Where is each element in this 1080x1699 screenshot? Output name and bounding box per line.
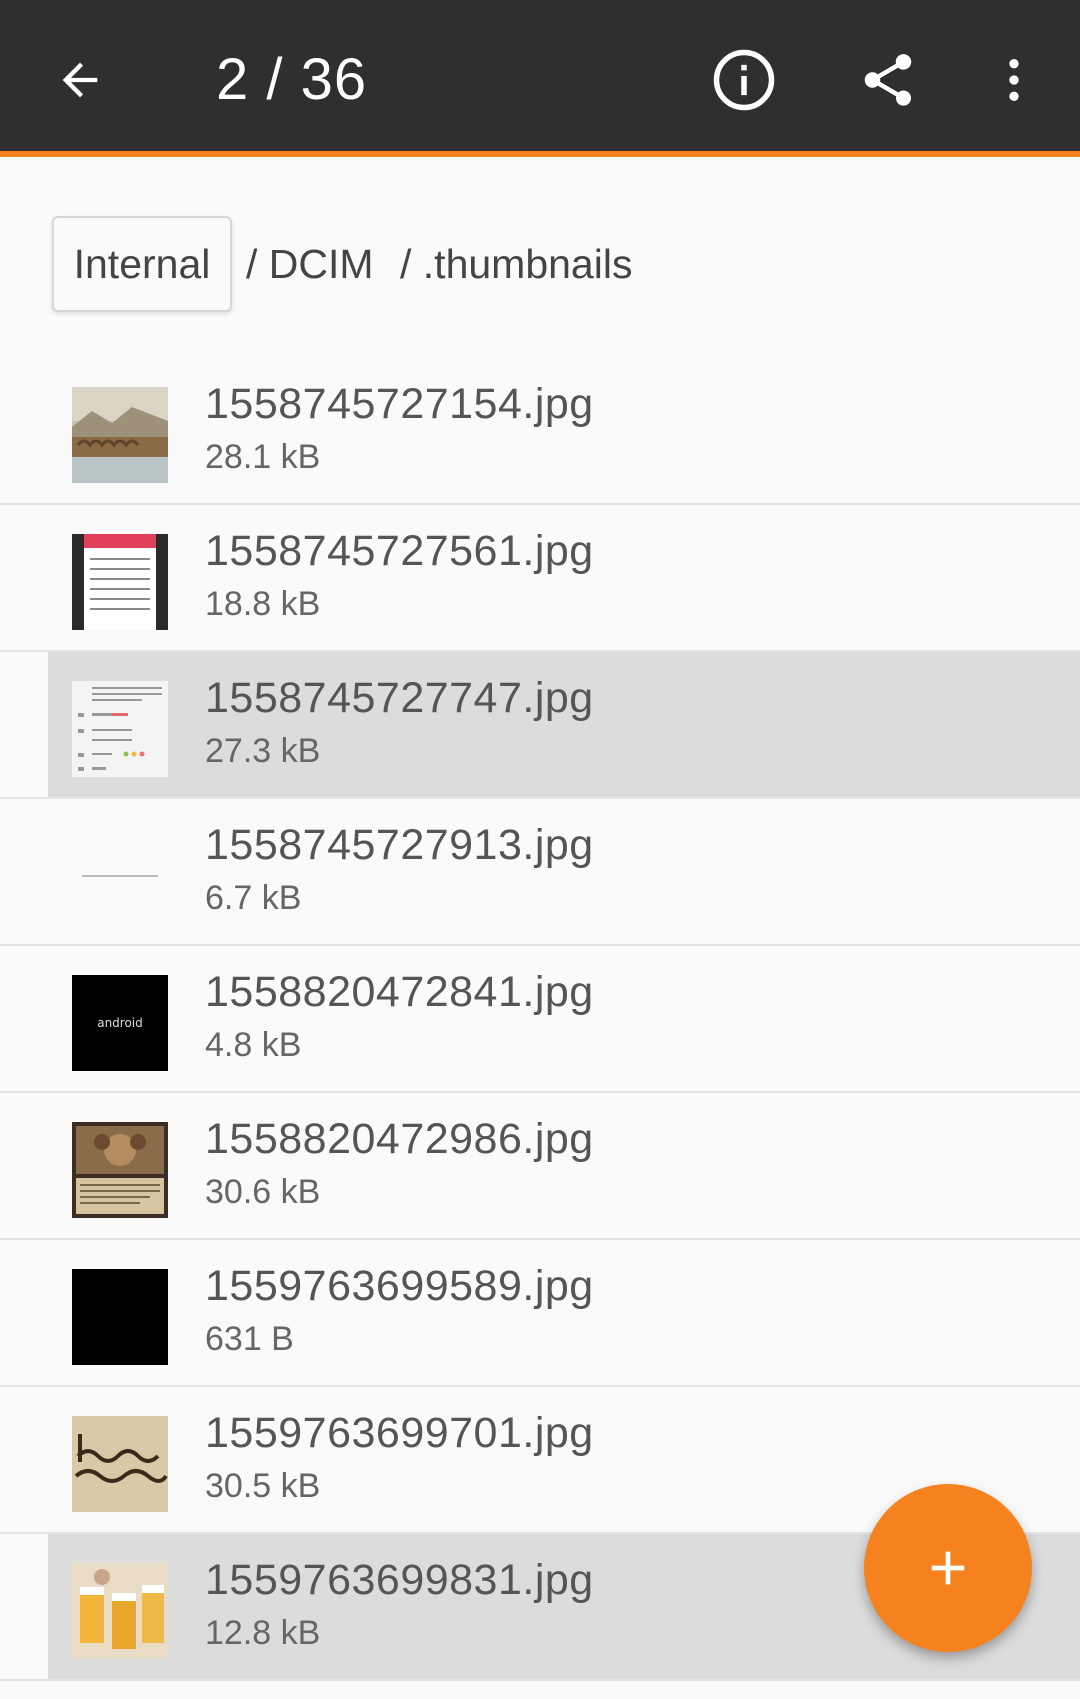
file-name: 1558745727913.jpg [205, 821, 594, 869]
thumbnail-text-screenshot [72, 828, 168, 924]
file-size: 30.5 kB [205, 1467, 321, 1505]
file-size: 18.8 kB [205, 585, 321, 623]
thumbnail-black [72, 1269, 168, 1365]
file-name: 1558745727747.jpg [205, 674, 594, 722]
thumbnail-calendar-screenshot [72, 534, 168, 630]
file-name: 1558745727561.jpg [205, 527, 594, 575]
share-button[interactable] [848, 40, 928, 120]
info-button[interactable] [704, 40, 784, 120]
file-size: 27.3 kB [205, 732, 321, 770]
file-size: 631 B [205, 1320, 294, 1358]
file-size: 4.8 kB [205, 1026, 302, 1064]
thumbnail-task-screenshot [72, 681, 168, 777]
breadcrumb-thumbnails[interactable]: / .thumbnails [400, 216, 632, 312]
android-logo-text: android [97, 1016, 143, 1030]
breadcrumb-dcim[interactable]: / DCIM [246, 216, 374, 312]
info-icon [713, 49, 775, 111]
file-list: 1558745727154.jpg 28.1 kB 1558745727561.… [0, 358, 1080, 1681]
thumbnail-card-art [72, 1122, 168, 1218]
file-size: 30.6 kB [205, 1173, 321, 1211]
thumbnail-beer-glasses [72, 1563, 168, 1659]
thumbnail-landscape-painting [72, 387, 168, 483]
app-bar: 2 / 36 [0, 0, 1080, 157]
list-item-selected[interactable]: 1558745727747.jpg 27.3 kB [0, 652, 1080, 799]
list-item[interactable]: 1559763699589.jpg 631 B [0, 1240, 1080, 1387]
page-counter: 2 / 36 [216, 47, 368, 112]
file-name: 1558820472841.jpg [205, 968, 594, 1016]
thumbnail-calligraphy [72, 1416, 168, 1512]
file-name: 1559763699589.jpg [205, 1262, 594, 1310]
breadcrumb-internal[interactable]: Internal [52, 216, 232, 312]
file-name: 1558820472986.jpg [205, 1115, 594, 1163]
list-item[interactable]: android 1558820472841.jpg 4.8 kB [0, 946, 1080, 1093]
list-item[interactable]: 1558745727154.jpg 28.1 kB [0, 358, 1080, 505]
overflow-menu-button[interactable] [978, 40, 1050, 120]
list-item[interactable]: 1558745727913.jpg 6.7 kB [0, 799, 1080, 946]
file-size: 28.1 kB [205, 438, 321, 476]
list-item[interactable]: 1558745727561.jpg 18.8 kB [0, 505, 1080, 652]
file-name: 1559763699701.jpg [205, 1409, 594, 1457]
file-size: 6.7 kB [205, 879, 302, 917]
breadcrumb: Internal / DCIM / .thumbnails [0, 210, 1080, 312]
file-name: 1559763699831.jpg [205, 1556, 594, 1604]
arrow-back-icon [62, 62, 98, 98]
plus-icon [931, 1551, 965, 1585]
share-icon [864, 54, 912, 106]
add-fab-button[interactable] [864, 1484, 1032, 1652]
list-item[interactable]: 1558820472986.jpg 30.6 kB [0, 1093, 1080, 1240]
more-vert-icon [1009, 59, 1019, 101]
back-button[interactable] [44, 40, 116, 120]
thumbnail-android-boot: android [72, 975, 168, 1071]
file-name: 1558745727154.jpg [205, 380, 594, 428]
file-size: 12.8 kB [205, 1614, 321, 1652]
